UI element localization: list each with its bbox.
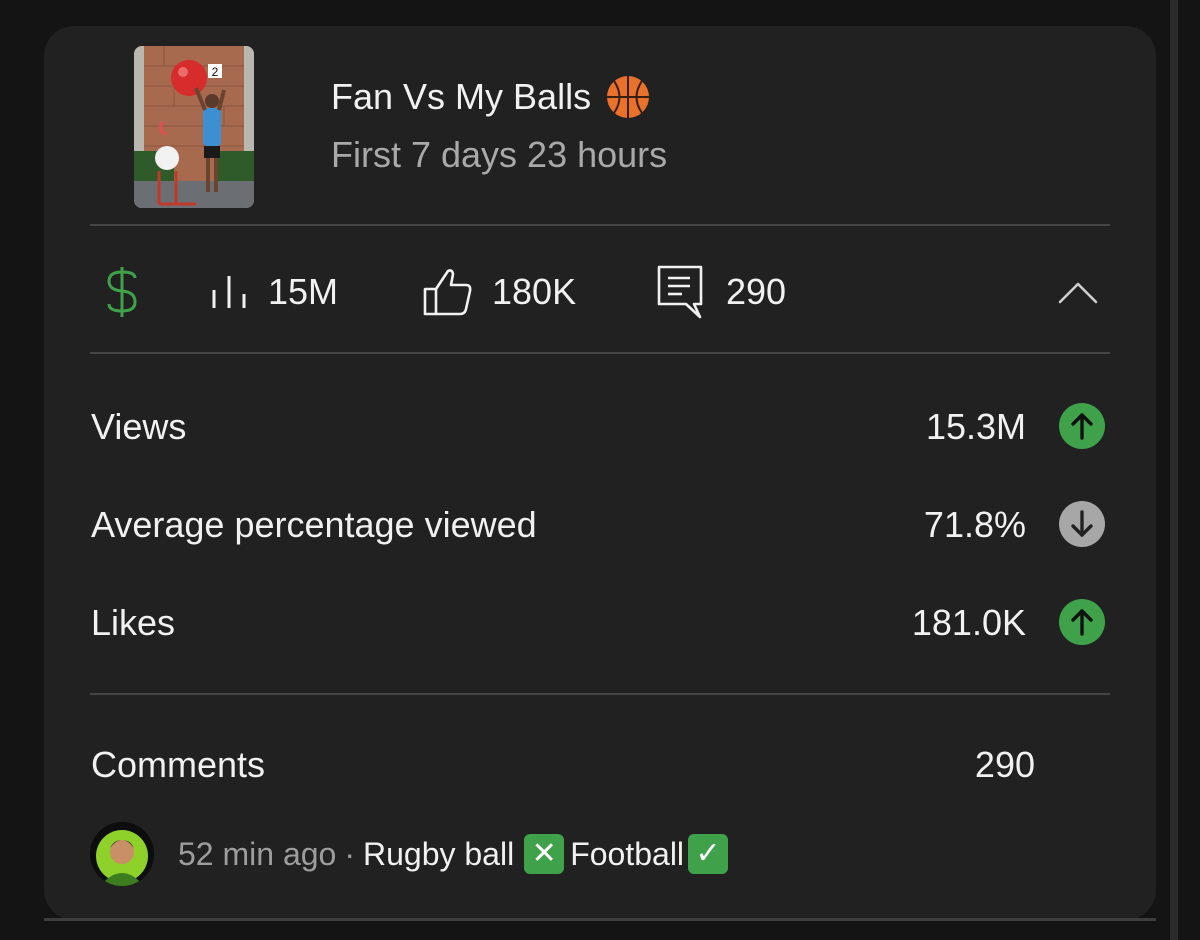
comments-section-count: 290 — [974, 744, 1035, 785]
comment-timestamp: 52 min ago — [178, 835, 337, 872]
metric-avg-percentage-label: Average percentage viewed — [91, 504, 537, 545]
thumbs-up-icon — [423, 269, 472, 316]
comment-text-part2: Football — [570, 835, 685, 872]
chevron-up-icon[interactable] — [1056, 278, 1100, 308]
avatar[interactable] — [90, 822, 154, 886]
metric-views-value: 15.3M — [925, 406, 1026, 447]
comment-text: Rugby ball ✕ Football ✓ — [363, 834, 734, 874]
views-stat[interactable]: 15M — [210, 262, 338, 322]
video-thumbnail[interactable]: 2 — [134, 46, 254, 208]
metric-avg-percentage-value: 71.8% — [923, 504, 1026, 545]
trend-down-icon — [1059, 501, 1105, 547]
likes-stat-value: 180K — [492, 271, 577, 312]
video-analytics-card: 2 Fan Vs My Balls First 7 days 23 hours … — [44, 26, 1156, 920]
latest-comment[interactable]: 52 min ago · Rugby ball ✕ Football ✓ — [90, 822, 734, 886]
date-range-label: First 7 days 23 hours — [331, 134, 668, 175]
video-title-text: Fan Vs My Balls — [331, 76, 592, 117]
metric-likes-label: Likes — [91, 602, 176, 643]
metrics-divider — [90, 693, 1110, 695]
basketball-emoji-icon — [605, 74, 651, 120]
scrollbar-track[interactable] — [1170, 0, 1178, 940]
dollar-icon — [107, 267, 137, 317]
likes-stat[interactable]: 180K — [422, 262, 576, 322]
metric-views-label: Views — [91, 406, 187, 447]
video-title: Fan Vs My Balls — [331, 74, 651, 120]
cross-mark-icon: ✕ — [524, 834, 565, 874]
metric-likes-value: 181.0K — [911, 602, 1026, 643]
card-bottom-border — [44, 918, 1156, 921]
comments-section-label: Comments — [91, 744, 266, 785]
bar-chart-icon — [212, 276, 246, 308]
comments-stat[interactable]: 290 — [656, 262, 786, 322]
stats-divider — [90, 352, 1110, 354]
comment-icon — [657, 265, 703, 319]
thumbnail-badge-text: 2 — [212, 65, 219, 79]
check-mark-icon: ✓ — [688, 834, 729, 874]
comments-stat-value: 290 — [726, 271, 787, 312]
header-divider — [90, 224, 1110, 226]
comment-text-part1: Rugby ball — [362, 835, 515, 872]
comment-separator: · — [344, 835, 355, 872]
trend-up-icon — [1059, 599, 1105, 645]
views-stat-value: 15M — [268, 271, 339, 312]
trend-up-icon — [1059, 403, 1105, 449]
monetization-status[interactable] — [104, 262, 140, 322]
